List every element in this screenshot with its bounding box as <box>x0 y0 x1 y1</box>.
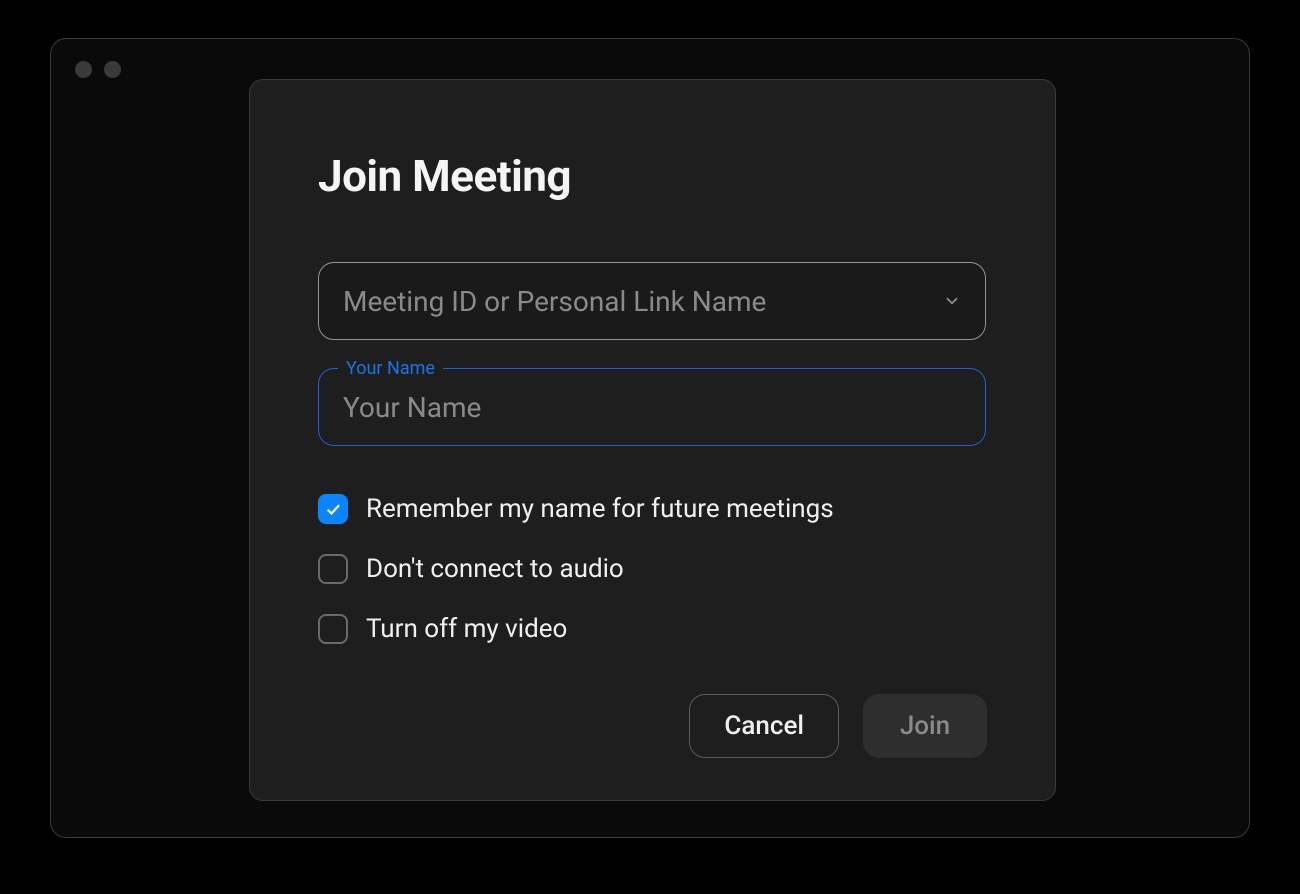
minimize-window-button[interactable] <box>104 61 121 78</box>
option-no-video[interactable]: Turn off my video <box>318 614 987 644</box>
name-floating-label: Your Name <box>338 358 443 379</box>
checkbox-no-video[interactable] <box>318 614 348 644</box>
meeting-id-field-wrap <box>318 262 987 340</box>
dialog-button-row: Cancel Join <box>689 694 987 758</box>
option-no-audio-label: Don't connect to audio <box>366 554 624 584</box>
name-input[interactable] <box>318 368 986 446</box>
join-meeting-dialog: Join Meeting Your Name Remember my name … <box>249 79 1056 801</box>
meeting-id-input[interactable] <box>343 285 933 318</box>
app-window: Join Meeting Your Name Remember my name … <box>50 38 1250 838</box>
join-button[interactable]: Join <box>863 694 987 758</box>
dialog-title: Join Meeting <box>318 150 987 202</box>
option-no-audio[interactable]: Don't connect to audio <box>318 554 987 584</box>
chevron-down-icon[interactable] <box>943 292 961 310</box>
window-controls <box>75 61 121 78</box>
name-field-wrap: Your Name <box>318 368 987 446</box>
option-remember-name[interactable]: Remember my name for future meetings <box>318 494 987 524</box>
option-remember-name-label: Remember my name for future meetings <box>366 494 834 524</box>
cancel-button[interactable]: Cancel <box>689 694 839 758</box>
checkbox-no-audio[interactable] <box>318 554 348 584</box>
meeting-id-combobox[interactable] <box>318 262 986 340</box>
checkbox-remember-name[interactable] <box>318 494 348 524</box>
option-no-video-label: Turn off my video <box>366 614 567 644</box>
close-window-button[interactable] <box>75 61 92 78</box>
